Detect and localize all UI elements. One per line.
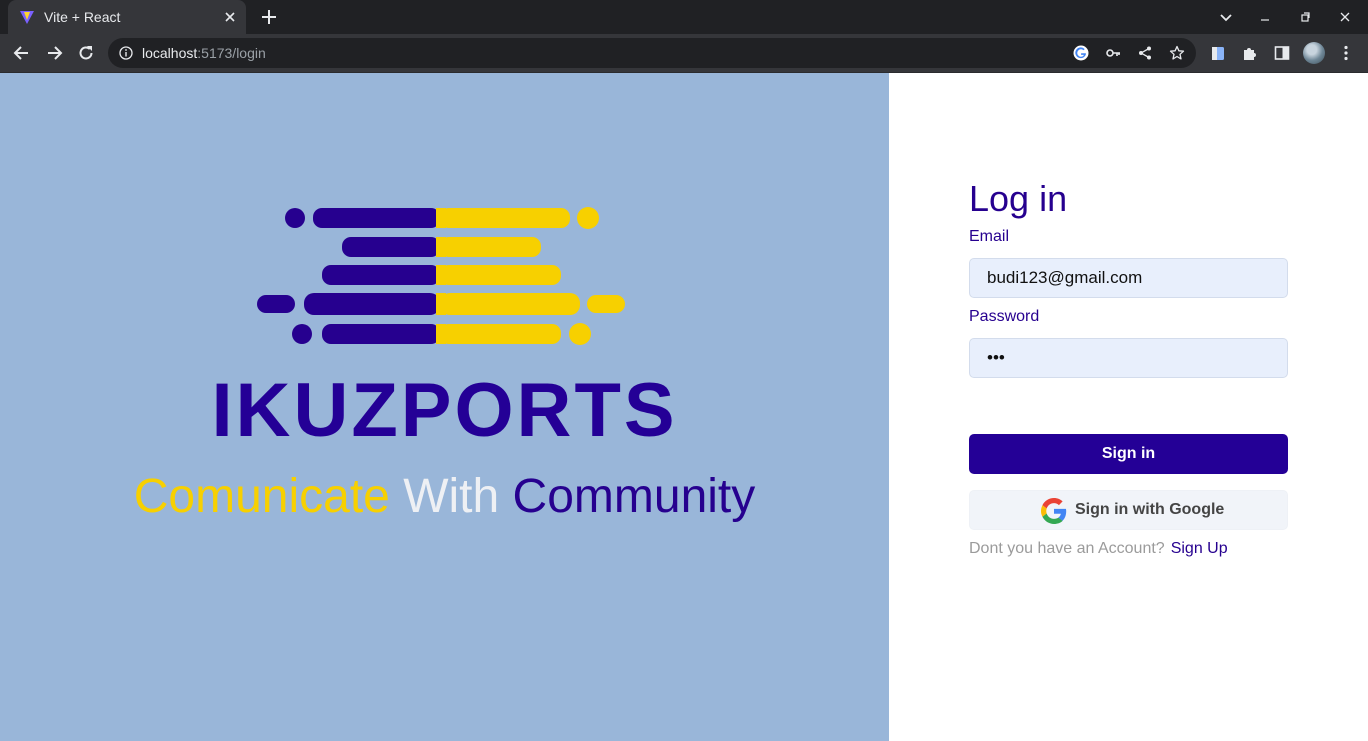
url-path: :5173/login bbox=[197, 45, 266, 61]
close-window-icon[interactable] bbox=[1337, 9, 1353, 25]
brand-name: IKUZPORTS bbox=[211, 368, 678, 453]
arrow-left-icon[interactable] bbox=[12, 43, 32, 63]
page-title: Log in bbox=[969, 178, 1068, 219]
browser-toolbar: localhost:5173/login bbox=[0, 34, 1368, 73]
tab-title: Vite + React bbox=[44, 9, 121, 25]
signup-row: Dont you have an Account? Sign Up bbox=[969, 540, 1228, 558]
vite-icon bbox=[20, 11, 34, 24]
google-logo-icon bbox=[1041, 498, 1067, 524]
brand-tagline: Comunicate With Community bbox=[0, 469, 889, 525]
brand-panel: IKUZPORTS Comunicate With Community bbox=[0, 73, 889, 741]
reload-icon[interactable] bbox=[76, 43, 96, 63]
ikuzports-logo bbox=[257, 207, 625, 345]
key-icon[interactable] bbox=[1105, 45, 1121, 61]
plus-icon[interactable] bbox=[260, 8, 278, 26]
kebab-icon[interactable] bbox=[1337, 44, 1355, 62]
browser-tabstrip: Vite + React bbox=[0, 0, 1368, 34]
email-field[interactable] bbox=[969, 258, 1288, 298]
google-sign-in-label: Sign in with Google bbox=[1075, 501, 1225, 518]
info-icon[interactable] bbox=[119, 46, 133, 60]
puzzle-icon[interactable] bbox=[1241, 44, 1259, 62]
share-icon[interactable] bbox=[1137, 45, 1153, 61]
sign-in-button[interactable]: Sign in bbox=[969, 434, 1288, 474]
password-field[interactable] bbox=[969, 338, 1288, 378]
email-label: Email bbox=[969, 228, 1010, 245]
browser-tab[interactable]: Vite + React bbox=[8, 0, 246, 34]
side-notes-icon[interactable] bbox=[1209, 44, 1227, 62]
url-host: localhost bbox=[142, 45, 198, 61]
tagline-word-2: With bbox=[403, 470, 500, 523]
google-icon[interactable] bbox=[1073, 45, 1089, 61]
tagline-word-1: Comunicate bbox=[133, 470, 390, 523]
side-panel-icon[interactable] bbox=[1273, 44, 1291, 62]
signup-prompt: Dont you have an Account? bbox=[969, 540, 1165, 557]
arrow-right-icon[interactable] bbox=[44, 43, 64, 63]
tagline-word-3: Community bbox=[512, 470, 756, 523]
restore-icon[interactable] bbox=[1297, 9, 1313, 25]
star-icon[interactable] bbox=[1169, 45, 1185, 61]
address-bar[interactable]: localhost:5173/login bbox=[108, 38, 1196, 68]
sign-up-link[interactable]: Sign Up bbox=[1171, 540, 1228, 557]
google-sign-in-button[interactable]: Sign in with Google bbox=[969, 490, 1288, 530]
url-text[interactable]: localhost:5173/login bbox=[142, 45, 266, 61]
close-icon[interactable] bbox=[222, 9, 238, 25]
login-panel: Log in Email Password Sign in Sign in wi… bbox=[889, 73, 1368, 741]
profile-avatar[interactable] bbox=[1303, 42, 1325, 64]
chevron-down-icon[interactable] bbox=[1218, 9, 1234, 25]
minimize-icon[interactable] bbox=[1257, 9, 1273, 25]
login-page: IKUZPORTS Comunicate With Community Log … bbox=[0, 73, 1368, 741]
password-label: Password bbox=[969, 308, 1040, 325]
